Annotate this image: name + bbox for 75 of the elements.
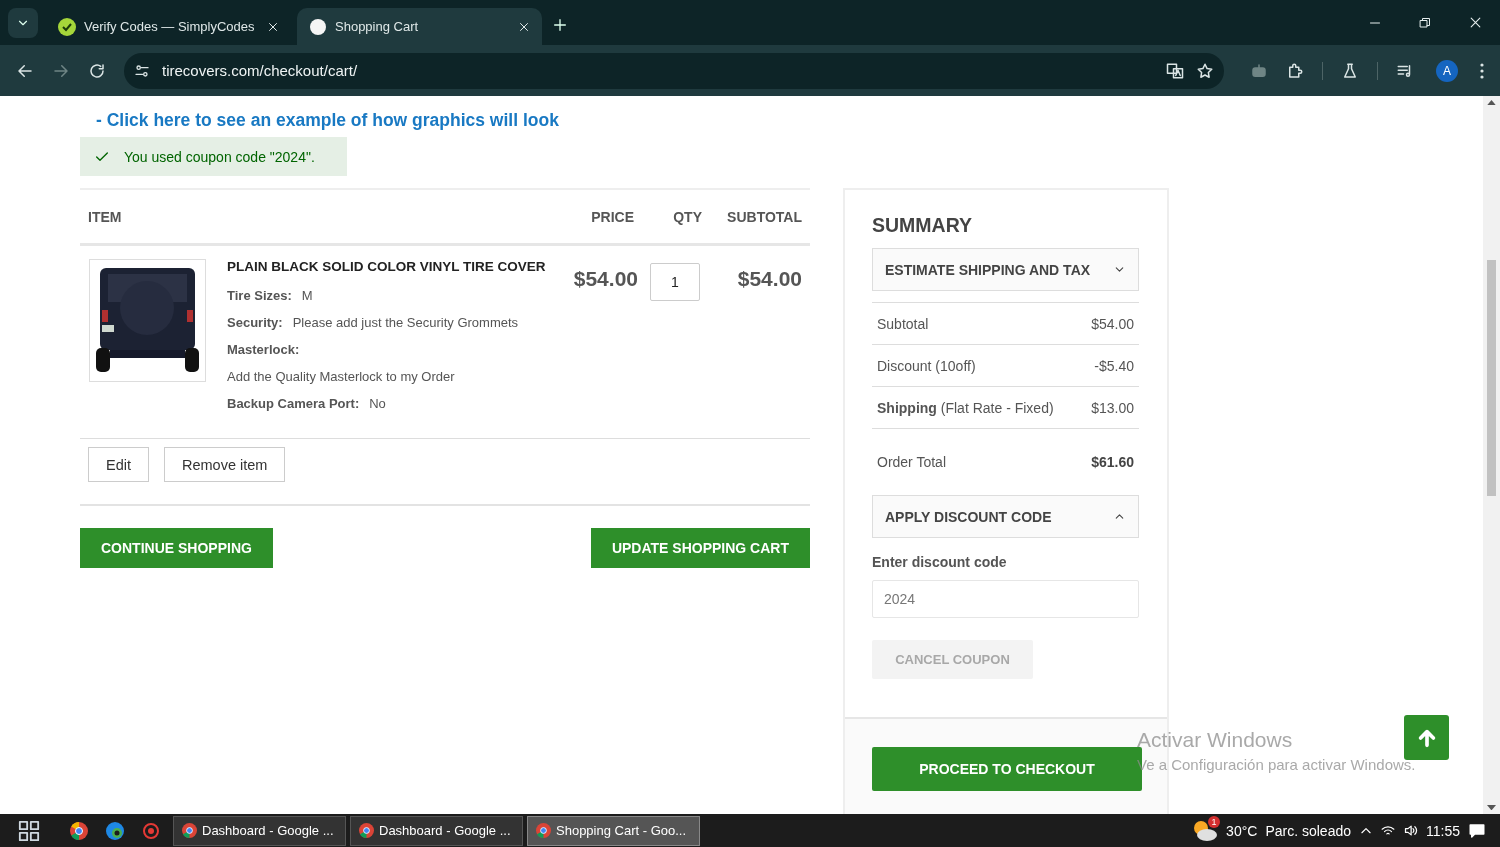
browser-icon [70,821,88,840]
estimate-shipping-toggle[interactable]: ESTIMATE SHIPPING AND TAX [872,248,1139,291]
weather-condition: Parc. soleado [1265,822,1351,839]
scroll-down-icon[interactable] [1487,804,1496,810]
item-action-button[interactable]: Remove item [164,447,286,482]
taskbar-window[interactable]: Dashboard - Google ... [350,815,523,846]
item-price: $54.00 [572,266,638,292]
column-header: SUBTOTAL [726,208,802,225]
menu-dots-icon [1480,62,1484,79]
site-settings-icon[interactable] [134,62,150,79]
product-name: PLAIN BLACK SOLID COLOR VINYL TIRE COVER [227,259,547,274]
column-header: PRICE [590,208,634,225]
option-label: Masterlock: [227,342,300,357]
speaker-icon[interactable] [1403,823,1418,838]
column-header: QTY [672,208,702,225]
item-action-button[interactable]: Edit [88,447,149,482]
total-value: -$5.40 [1094,357,1134,374]
notification-badge: 1 [1208,815,1221,828]
message-text: You used coupon code "2024". [124,148,315,165]
grid-icon [18,819,40,842]
quantity-field[interactable]: 1 [650,263,700,301]
reload-icon [88,61,106,80]
scrollbar-thumb[interactable] [1487,260,1496,496]
swirl-icon [106,821,124,840]
item-subtotal: $54.00 [736,266,802,292]
profile-avatar[interactable]: A [1436,59,1458,82]
discount-code-field[interactable]: 2024 [872,580,1139,618]
browser-tab[interactable]: Shopping Cart [297,8,542,45]
total-label: Shipping (Flat Rate - Fixed) [877,399,1054,416]
ring-icon [142,821,160,840]
address-bar[interactable]: tirecovers.com/checkout/cart/ [124,52,1224,89]
taskbar-window[interactable]: Shopping Cart - Goo... [527,815,700,846]
plus-icon [552,17,568,33]
scrollbar[interactable] [1483,96,1500,814]
close-icon[interactable] [518,20,530,33]
option-label: Security: [227,315,283,330]
discount-code-toggle[interactable]: APPLY DISCOUNT CODE [872,495,1139,538]
scroll-up-icon[interactable] [1487,100,1496,106]
browser-icon [182,823,197,838]
field-label: Enter discount code [872,554,1008,570]
flask-icon [1341,61,1359,80]
update-cart-button[interactable]: UPDATE SHOPPING CART [590,528,810,568]
star-icon[interactable] [1196,61,1214,80]
translate-icon[interactable] [1166,61,1184,80]
column-header: ITEM [88,208,123,225]
option-label: Tire Sizes: [227,288,292,303]
option-label: Backup Camera Port: [227,396,360,411]
summary-title: SUMMARY [872,214,974,237]
order-total-label: Order Total [877,454,946,470]
option-value: No [369,396,386,411]
continue-shopping-button[interactable]: CONTINUE SHOPPING [80,528,273,568]
puzzle-icon [1286,61,1304,80]
back-to-top-button[interactable] [1404,715,1449,760]
total-label: Discount (10off) [877,357,976,374]
clock-time[interactable]: 11:55 [1426,822,1460,839]
example-link[interactable]: - Click here to see an example of how graphics will look [96,110,559,131]
browser-icon [536,823,551,838]
total-value: $13.00 [1091,399,1134,416]
option-value: Add the Quality Masterlock to my Order [227,369,456,384]
notifications-icon[interactable] [1468,821,1486,840]
browser-icon [359,823,374,838]
url-text: tirecovers.com/checkout/cart/ [162,62,359,79]
order-total-value: $61.60 [1091,454,1134,470]
browser-tab[interactable]: Verify Codes — SimplyCodes [46,8,291,45]
total-value: $54.00 [1091,315,1134,332]
taskbar-window[interactable]: Dashboard - Google ... [173,815,346,846]
total-label: Subtotal [877,315,929,332]
check-badge-icon [58,17,76,36]
option-value: M [301,288,313,303]
close-icon[interactable] [267,20,279,33]
globe-icon [309,17,327,36]
close-icon [1468,16,1482,29]
option-value: Please add just the Security Grommets [292,315,519,330]
temperature-text: 30°C [1226,822,1258,839]
restore-icon [1419,16,1431,29]
